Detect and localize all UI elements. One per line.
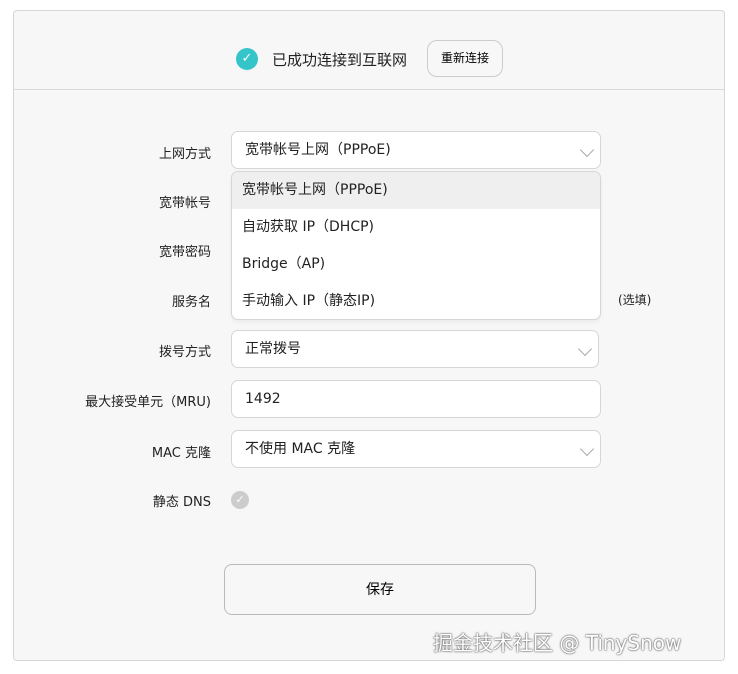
option-static-ip[interactable]: 手动输入 IP（静态IP) [232, 283, 600, 319]
option-bridge[interactable]: Bridge（AP) [232, 246, 600, 283]
save-button[interactable]: 保存 [224, 564, 536, 615]
dial-label: 拨号方式 [158, 345, 211, 360]
option-dhcp[interactable]: 自动获取 IP（DHCP) [232, 209, 600, 246]
mru-input[interactable]: 1492 [231, 380, 601, 418]
option-pppoe[interactable]: 宽带帐号上网（PPPoE) [232, 172, 600, 209]
wan-mode-value: 宽带帐号上网（PPPoE) [245, 142, 391, 158]
reconnect-button[interactable]: 重新连接 [427, 40, 503, 77]
connection-status: 已成功连接到互联网 [272, 51, 408, 69]
mac-select[interactable]: 不使用 MAC 克隆 [231, 430, 601, 468]
mru-value: 1492 [245, 391, 281, 407]
password-label: 宽带密码 [158, 245, 211, 260]
optional-hint: (选填) [618, 293, 652, 307]
settings-panel: ✓ 已成功连接到互联网 重新连接 上网方式 宽带帐号上网（PPPoE) 宽带帐号… [13, 10, 725, 661]
dial-value: 正常拨号 [245, 341, 301, 357]
status-header: ✓ 已成功连接到互联网 重新连接 [14, 11, 724, 90]
dns-label: 静态 DNS [152, 495, 211, 510]
static-dns-checkbox[interactable]: ✓ [231, 491, 249, 509]
mru-label: 最大接受单元（MRU) [85, 395, 211, 410]
check-circle-icon: ✓ [236, 48, 258, 70]
service-label: 服务名 [171, 295, 211, 310]
chevron-down-icon [577, 341, 593, 357]
watermark: 掘金技术社区 @ TinySnow [433, 631, 682, 655]
chevron-down-icon [579, 142, 595, 158]
wan-mode-dropdown: 宽带帐号上网（PPPoE) 自动获取 IP（DHCP) Bridge（AP) 手… [231, 171, 601, 320]
chevron-down-icon [579, 441, 595, 457]
wan-mode-label: 上网方式 [158, 147, 211, 162]
mac-value: 不使用 MAC 克隆 [245, 441, 356, 457]
account-label: 宽带帐号 [158, 196, 211, 211]
wan-mode-select[interactable]: 宽带帐号上网（PPPoE) [231, 131, 601, 169]
dial-select[interactable]: 正常拨号 [231, 330, 599, 368]
mac-label: MAC 克隆 [151, 446, 211, 461]
